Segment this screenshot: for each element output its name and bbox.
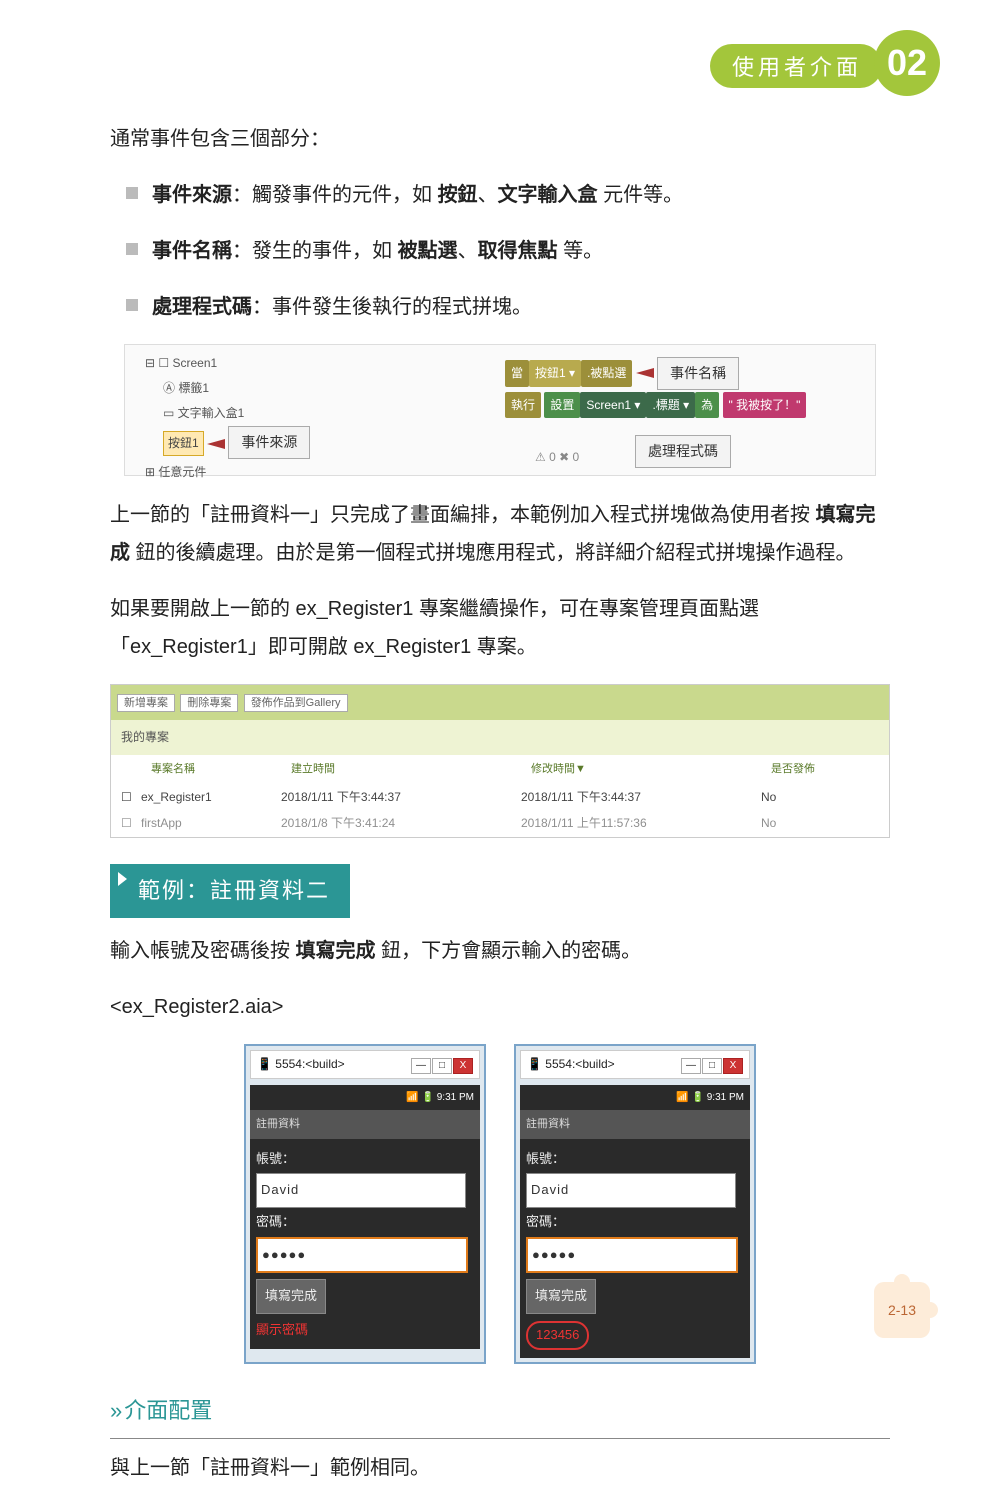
figure-event-blocks: ⊟ ☐ Screen1 Ⓐ 標籤1 ▭ 文字輸入盒1 按鈕1 事件來源 ⊞ 任意…	[124, 344, 876, 476]
example-heading: 範例：註冊資料二	[110, 864, 350, 918]
arrow-left-icon	[207, 439, 225, 449]
window-buttons: —□X	[680, 1053, 743, 1076]
new-project-button[interactable]: 新增專案	[117, 694, 175, 712]
page-number: 2-13	[874, 1282, 930, 1338]
project-panel: 新增專案 刪除專案 發佈作品到Gallery 我的專案 專案名稱 建立時間 修改…	[110, 684, 890, 838]
status-bar: 📶 🔋 9:31 PM	[250, 1085, 480, 1110]
example-filename: <ex_Register2.aia>	[110, 988, 890, 1026]
chapter-badge: 使用者介面02	[710, 30, 940, 96]
delete-project-button[interactable]: 刪除專案	[180, 694, 238, 712]
publish-button[interactable]: 發佈作品到Gallery	[244, 694, 348, 712]
submit-button[interactable]: 填寫完成	[526, 1279, 596, 1314]
submit-button[interactable]: 填寫完成	[256, 1279, 326, 1314]
section-heading: »介面配置	[110, 1390, 890, 1439]
chapter-label: 使用者介面	[710, 44, 882, 88]
bullet-item: 事件名稱：發生的事件，如 被點選、取得焦點 等。	[126, 232, 890, 270]
phone-mock-2: 📱 5554:<build>—□X 📶 🔋 9:31 PM 註冊資料 帳號： D…	[514, 1044, 756, 1364]
account-input[interactable]: David	[526, 1173, 736, 1208]
bullet-item: 處理程式碼：事件發生後執行的程式拼塊。	[126, 288, 890, 326]
project-row[interactable]: ☐firstApp2018/1/8 下午3:41:242018/1/11 上午1…	[111, 810, 889, 837]
arrow-left-icon	[636, 368, 654, 378]
chapter-number: 02	[874, 30, 940, 96]
window-buttons: —□X	[410, 1053, 473, 1076]
section-text: 與上一節「註冊資料一」範例相同。	[110, 1449, 890, 1487]
code-blocks: 當按鈕1 ▾.被點選 事件名稱 執行 設置Screen1 ▾.標題 ▾為 " 我…	[505, 357, 806, 420]
project-toolbar: 新增專案 刪除專案 發佈作品到Gallery	[111, 685, 889, 720]
paragraph: 如果要開啟上一節的 ex_Register1 專案繼續操作，可在專案管理頁面點選…	[110, 590, 890, 666]
password-input[interactable]: ●●●●●	[256, 1237, 468, 1274]
example-desc: 輸入帳號及密碼後按 填寫完成 鈕，下方會顯示輸入的密碼。	[110, 932, 890, 970]
warning-counter: ⚠ 0 ✖ 0	[535, 446, 579, 469]
output-value: 123456	[526, 1321, 589, 1350]
intro-text: 通常事件包含三個部分：	[110, 120, 890, 158]
output-hint: 顯示密碼	[256, 1318, 474, 1343]
project-table-header: 專案名稱 建立時間 修改時間▼ 是否發佈	[111, 755, 889, 784]
password-input[interactable]: ●●●●●	[526, 1237, 738, 1274]
project-row[interactable]: ☐ex_Register12018/1/11 下午3:44:372018/1/1…	[111, 784, 889, 811]
paragraph: 上一節的「註冊資料一」只完成了畫面編排，本範例加入程式拼塊做為使用者按 填寫完成…	[110, 496, 890, 572]
bullet-item: 事件來源：觸發事件的元件，如 按鈕、文字輸入盒 元件等。	[126, 176, 890, 214]
account-input[interactable]: David	[256, 1173, 466, 1208]
my-projects-label: 我的專案	[111, 720, 889, 755]
status-bar: 📶 🔋 9:31 PM	[520, 1085, 750, 1110]
phone-mock-1: 📱 5554:<build>—□X 📶 🔋 9:31 PM 註冊資料 帳號： D…	[244, 1044, 486, 1364]
component-tree: ⊟ ☐ Screen1 Ⓐ 標籤1 ▭ 文字輸入盒1 按鈕1 事件來源 ⊞ 任意…	[145, 351, 310, 485]
